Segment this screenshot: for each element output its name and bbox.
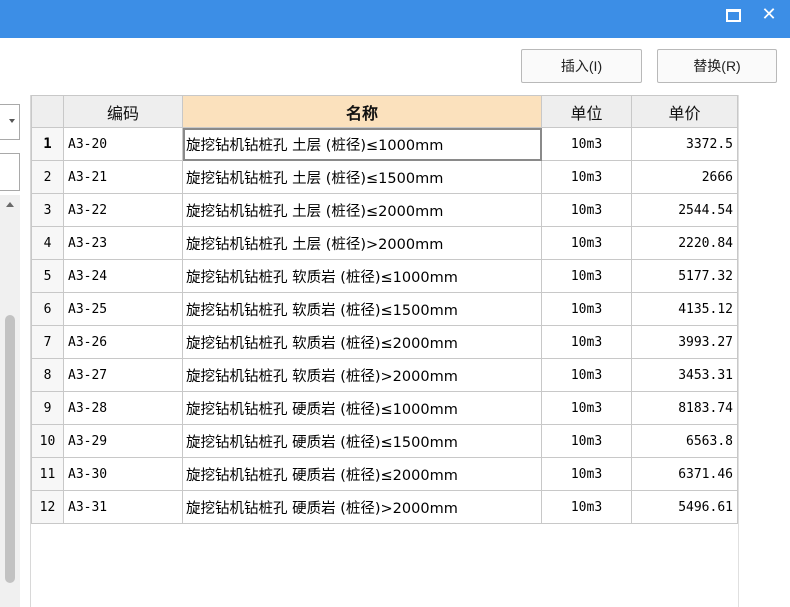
table-row[interactable]: 8 A3-27 旋挖钻机钻桩孔 软质岩 (桩径)>2000mm 10m3 345…	[31, 358, 738, 392]
cell-name[interactable]: 旋挖钻机钻桩孔 土层 (桩径)≤2000mm	[182, 193, 542, 227]
row-number: 8	[31, 358, 64, 392]
cell-unit[interactable]: 10m3	[541, 292, 632, 326]
row-number: 11	[31, 457, 64, 491]
maximize-button[interactable]	[716, 0, 750, 30]
header-name[interactable]: 名称	[182, 95, 542, 128]
replace-button[interactable]: 替换(R)	[657, 49, 777, 83]
row-number: 2	[31, 160, 64, 194]
cell-unit[interactable]: 10m3	[541, 391, 632, 425]
table-row[interactable]: 2 A3-21 旋挖钻机钻桩孔 土层 (桩径)≤1500mm 10m3 2666	[31, 160, 738, 194]
header-unit[interactable]: 单位	[541, 95, 632, 128]
cell-price[interactable]: 3453.31	[631, 358, 738, 392]
row-number: 12	[31, 490, 64, 524]
cell-price[interactable]: 5177.32	[631, 259, 738, 293]
cell-code[interactable]: A3-27	[63, 358, 183, 392]
cell-unit[interactable]: 10m3	[541, 160, 632, 194]
cell-code[interactable]: A3-21	[63, 160, 183, 194]
cell-unit[interactable]: 10m3	[541, 259, 632, 293]
cell-code[interactable]: A3-29	[63, 424, 183, 458]
table-header-row: 编码 名称 单位 单价	[31, 95, 738, 128]
cell-code[interactable]: A3-31	[63, 490, 183, 524]
cell-unit[interactable]: 10m3	[541, 325, 632, 359]
cell-name[interactable]: 旋挖钻机钻桩孔 硬质岩 (桩径)≤2000mm	[182, 457, 542, 491]
cell-price[interactable]: 6371.46	[631, 457, 738, 491]
row-number: 1	[31, 127, 64, 161]
row-number: 9	[31, 391, 64, 425]
grid-right-edge	[738, 95, 739, 607]
cell-price[interactable]: 3993.27	[631, 325, 738, 359]
close-icon: ✕	[761, 4, 777, 25]
left-panel-scrollbar[interactable]	[0, 195, 20, 607]
header-price[interactable]: 单价	[631, 95, 738, 128]
cell-unit[interactable]: 10m3	[541, 457, 632, 491]
table-row[interactable]: 3 A3-22 旋挖钻机钻桩孔 土层 (桩径)≤2000mm 10m3 2544…	[31, 193, 738, 227]
cell-name[interactable]: 旋挖钻机钻桩孔 土层 (桩径)≤1500mm	[182, 160, 542, 194]
table-row[interactable]: 12 A3-31 旋挖钻机钻桩孔 硬质岩 (桩径)>2000mm 10m3 54…	[31, 490, 738, 524]
table-row[interactable]: 10 A3-29 旋挖钻机钻桩孔 硬质岩 (桩径)≤1500mm 10m3 65…	[31, 424, 738, 458]
cell-code[interactable]: A3-26	[63, 325, 183, 359]
cell-name[interactable]: 旋挖钻机钻桩孔 软质岩 (桩径)>2000mm	[182, 358, 542, 392]
cell-price[interactable]: 8183.74	[631, 391, 738, 425]
cell-name[interactable]: 旋挖钻机钻桩孔 软质岩 (桩径)≤2000mm	[182, 325, 542, 359]
row-number: 7	[31, 325, 64, 359]
cell-price[interactable]: 4135.12	[631, 292, 738, 326]
cell-unit[interactable]: 10m3	[541, 490, 632, 524]
row-number: 10	[31, 424, 64, 458]
left-panel-dropdown[interactable]	[0, 104, 20, 140]
cell-unit[interactable]: 10m3	[541, 193, 632, 227]
cell-name[interactable]: 旋挖钻机钻桩孔 硬质岩 (桩径)≤1500mm	[182, 424, 542, 458]
cell-price[interactable]: 6563.8	[631, 424, 738, 458]
chevron-down-icon	[9, 119, 15, 123]
cell-price[interactable]: 5496.61	[631, 490, 738, 524]
cell-unit[interactable]: 10m3	[541, 226, 632, 260]
table-row[interactable]: 1 A3-20 旋挖钻机钻桩孔 土层 (桩径)≤1000mm 10m3 3372…	[31, 127, 738, 161]
cell-code[interactable]: A3-28	[63, 391, 183, 425]
window-titlebar: ✕	[0, 0, 790, 38]
table-row[interactable]: 7 A3-26 旋挖钻机钻桩孔 软质岩 (桩径)≤2000mm 10m3 399…	[31, 325, 738, 359]
cell-name[interactable]: 旋挖钻机钻桩孔 土层 (桩径)>2000mm	[182, 226, 542, 260]
cell-unit[interactable]: 10m3	[541, 424, 632, 458]
cell-price[interactable]: 2544.54	[631, 193, 738, 227]
maximize-icon	[725, 8, 741, 22]
cell-code[interactable]: A3-22	[63, 193, 183, 227]
row-number: 6	[31, 292, 64, 326]
table-row[interactable]: 9 A3-28 旋挖钻机钻桩孔 硬质岩 (桩径)≤1000mm 10m3 818…	[31, 391, 738, 425]
close-button[interactable]: ✕	[752, 0, 786, 30]
cell-code[interactable]: A3-20	[63, 127, 183, 161]
cell-name[interactable]: 旋挖钻机钻桩孔 硬质岩 (桩径)≤1000mm	[182, 391, 542, 425]
header-rownum[interactable]	[31, 95, 64, 128]
quota-table: 编码 名称 单位 单价 1 A3-20 旋挖钻机钻桩孔 土层 (桩径)≤1000…	[31, 95, 738, 524]
left-panel-input[interactable]	[0, 153, 20, 191]
cell-code[interactable]: A3-24	[63, 259, 183, 293]
insert-button[interactable]: 插入(I)	[521, 49, 642, 83]
table-row[interactable]: 6 A3-25 旋挖钻机钻桩孔 软质岩 (桩径)≤1500mm 10m3 413…	[31, 292, 738, 326]
cell-name[interactable]: 旋挖钻机钻桩孔 硬质岩 (桩径)>2000mm	[182, 490, 542, 524]
table-row[interactable]: 5 A3-24 旋挖钻机钻桩孔 软质岩 (桩径)≤1000mm 10m3 517…	[31, 259, 738, 293]
cell-unit[interactable]: 10m3	[541, 127, 632, 161]
row-number: 3	[31, 193, 64, 227]
cell-name[interactable]: 旋挖钻机钻桩孔 软质岩 (桩径)≤1500mm	[182, 292, 542, 326]
row-number: 5	[31, 259, 64, 293]
cell-price[interactable]: 3372.5	[631, 127, 738, 161]
scroll-up-icon[interactable]	[6, 202, 14, 207]
cell-code[interactable]: A3-25	[63, 292, 183, 326]
cell-price[interactable]: 2666	[631, 160, 738, 194]
cell-unit[interactable]: 10m3	[541, 358, 632, 392]
scrollbar-thumb[interactable]	[5, 315, 15, 583]
cell-code[interactable]: A3-30	[63, 457, 183, 491]
cell-code[interactable]: A3-23	[63, 226, 183, 260]
cell-name[interactable]: 旋挖钻机钻桩孔 土层 (桩径)≤1000mm	[182, 127, 542, 161]
table-row[interactable]: 4 A3-23 旋挖钻机钻桩孔 土层 (桩径)>2000mm 10m3 2220…	[31, 226, 738, 260]
header-code[interactable]: 编码	[63, 95, 183, 128]
cell-price[interactable]: 2220.84	[631, 226, 738, 260]
cell-name[interactable]: 旋挖钻机钻桩孔 软质岩 (桩径)≤1000mm	[182, 259, 542, 293]
row-number: 4	[31, 226, 64, 260]
table-row[interactable]: 11 A3-30 旋挖钻机钻桩孔 硬质岩 (桩径)≤2000mm 10m3 63…	[31, 457, 738, 491]
